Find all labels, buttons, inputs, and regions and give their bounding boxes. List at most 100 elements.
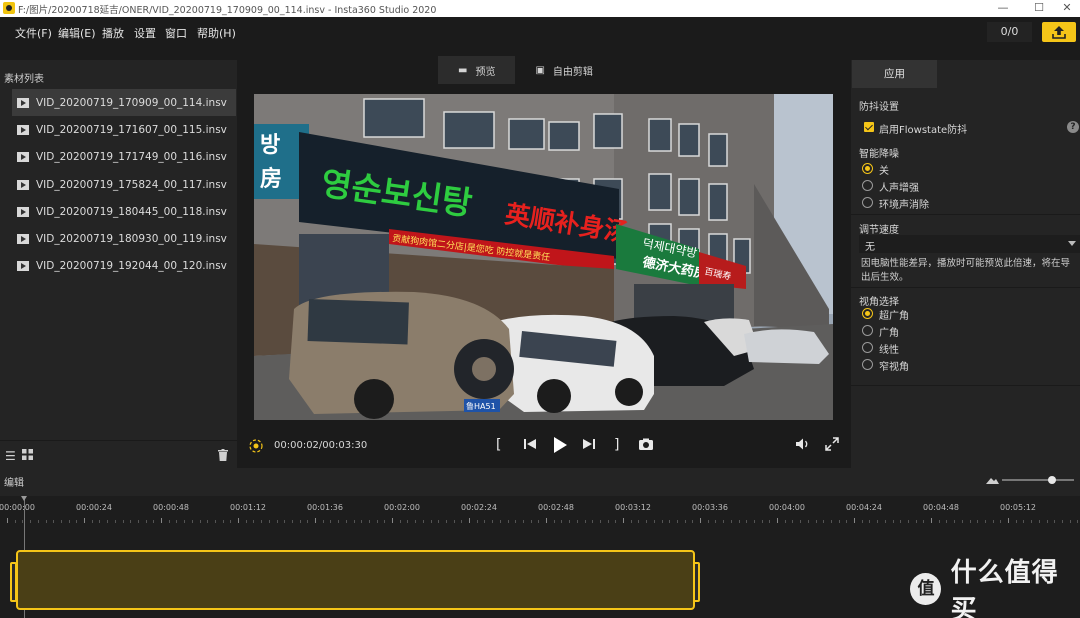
ruler-tick [815,520,817,523]
mark-in-icon[interactable]: [ [496,436,501,454]
flowstate-checkbox[interactable] [864,122,874,132]
ruler-tick-label: 00:03:12 [615,503,651,512]
ruler-tick [268,520,270,523]
file-item[interactable]: VID_20200719_171607_00_115.insv [12,116,236,143]
help-icon[interactable]: ? [1067,121,1079,133]
flowstate-label: 启用Flowstate防抖 [879,125,968,136]
stabilization-title: 防抖设置 [859,102,899,113]
ruler-tick [415,520,417,523]
ruler-tick [907,520,909,523]
zoom-slider-knob[interactable] [1048,476,1057,484]
ruler-tick [1031,520,1033,523]
ruler-tick [238,518,239,523]
volume-icon[interactable] [795,436,811,457]
ruler-tick [322,520,324,523]
close-button[interactable]: ✕ [1050,0,1080,17]
ruler-tick [676,520,678,523]
ruler-tick [715,520,717,523]
ruler-tick-label: 00:00:48 [153,503,189,512]
menu-window[interactable]: 窗口 [165,25,187,41]
divider [851,385,1080,386]
menu-settings[interactable]: 设置 [134,25,156,41]
timeline-clip[interactable] [16,550,695,610]
ruler-tick [792,520,794,523]
menu-play[interactable]: 播放 [102,25,124,41]
playback-controls: 00:00:02/00:03:30 [ ] [238,430,850,464]
ruler-tick [884,520,886,523]
view-wide-radio[interactable] [862,325,873,336]
play-icon[interactable] [551,436,569,459]
minimize-button[interactable]: — [986,0,1020,17]
ruler-tick [338,520,340,523]
library-title: 素材列表 [4,74,44,85]
ruler-tick [846,520,848,523]
ruler-tick [661,520,663,523]
stabilize-toggle-icon[interactable] [248,438,264,459]
ruler-tick [653,520,655,523]
snapshot-icon[interactable] [638,436,654,457]
view-option-label: 窄视角 [879,362,909,373]
ruler-tick [669,520,671,523]
menu-file[interactable]: 文件(F) [15,25,52,41]
menu-help[interactable]: 帮助(H) [197,25,236,41]
timecode: 00:00:02/00:03:30 [274,440,368,451]
ruler-tick [700,518,701,523]
ruler-tick [946,520,948,523]
ruler-tick [245,520,247,523]
next-frame-icon[interactable] [581,436,597,457]
speed-dropdown[interactable]: 无 [859,235,1080,253]
export-button[interactable] [1042,22,1076,42]
view-superwide-radio[interactable] [862,308,873,319]
ruler-tick [199,520,201,523]
file-item[interactable]: VID_20200719_192044_00_120.insv [12,253,236,280]
ruler-tick [1015,520,1017,523]
ruler-tick [76,520,78,523]
ruler-tick [1038,520,1040,523]
list-view-icon[interactable]: ☰ [5,449,16,463]
camera-frame-icon: ▣ [535,64,545,76]
watermark-text: 什么值得买 [950,558,1059,618]
menu-edit[interactable]: 编辑(E) [58,25,96,41]
fullscreen-icon[interactable] [824,436,840,457]
zoom-out-icon[interactable] [986,475,999,488]
tab-free-edit[interactable]: ▣ 自由剪辑 [515,56,612,84]
file-item[interactable]: VID_20200719_180445_00_118.insv [12,198,236,225]
ruler-tick [184,520,186,523]
denoise-ambient-radio[interactable] [862,197,873,208]
ruler-tick [900,520,902,523]
ruler-tick [723,520,725,523]
file-item[interactable]: VID_20200719_180930_00_119.insv [12,225,236,252]
window-title: F:/图片/20200718延吉/ONER/VID_20200719_17090… [18,5,437,16]
clip-trim-handle-right[interactable] [693,562,700,602]
time-ruler[interactable]: 00:00:00 00:00:24 00:00:48 00:01:12 00:01:36… [0,496,1080,526]
tab-preview[interactable]: ▬ 预览 [438,56,516,84]
app-logo-icon [3,2,15,14]
tab-apply[interactable]: 应用 [852,60,937,88]
video-preview[interactable]: 방 房 영순보신탕 英顺补身汤 贡献狗肉馆二分店|是您吃 防控就是责任 덕제대약… [254,94,833,420]
ruler-tick [861,520,863,523]
ruler-tick [800,520,802,523]
ruler-tick-label: 00:03:36 [692,503,728,512]
ruler-tick [107,520,109,523]
view-linear-radio[interactable] [862,342,873,353]
file-item[interactable]: VID_20200719_171749_00_116.insv [12,144,236,171]
ruler-tick [99,520,101,523]
denoise-option-label: 环境声消除 [879,200,929,211]
speed-note: 因电脑性能差异，播放时可能预览此倍速，将在导出后生效。 [861,258,1071,283]
video-file-icon [17,234,29,245]
file-item[interactable]: VID_20200719_170909_00_114.insv [12,89,236,117]
ruler-tick [1023,520,1025,523]
mark-out-icon[interactable]: ] [614,436,619,454]
ruler-tick-label: 00:00:00 [0,503,35,512]
view-narrow-radio[interactable] [862,359,873,370]
denoise-voice-radio[interactable] [862,180,873,191]
grid-view-icon[interactable] [22,449,33,463]
trash-icon[interactable] [218,449,228,464]
zoom-slider[interactable] [1002,476,1074,484]
ruler-tick [615,520,617,523]
speed-title: 调节速度 [859,225,899,236]
denoise-off-radio[interactable] [862,163,873,174]
previous-frame-icon[interactable] [522,436,538,457]
file-item[interactable]: VID_20200719_175824_00_117.insv [12,171,236,198]
ruler-tick [730,520,732,523]
